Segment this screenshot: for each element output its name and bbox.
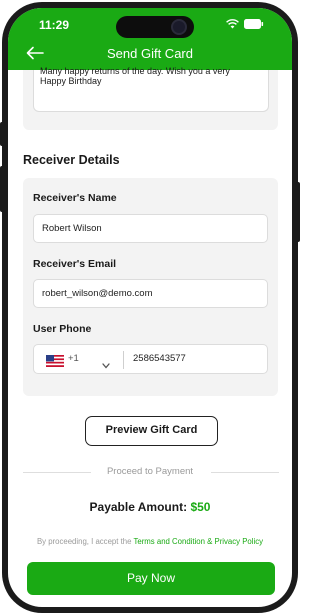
payable-amount-row: Payable Amount: $50 <box>8 500 292 514</box>
volume-down-button <box>0 166 4 212</box>
user-phone-field: +1 2586543577 <box>33 344 268 374</box>
phone-frame: 11:29 Send Gift Card Many happy returns … <box>2 2 298 613</box>
power-button <box>296 182 300 242</box>
pay-now-button[interactable]: Pay Now <box>27 562 275 595</box>
user-phone-input[interactable]: 2586543577 <box>133 353 186 364</box>
terms-link[interactable]: Terms and Condition & Privacy Policy <box>133 537 263 546</box>
header-bar: 11:29 Send Gift Card <box>8 8 292 70</box>
receiver-section-title: Receiver Details <box>23 153 120 167</box>
battery-icon <box>244 19 264 29</box>
receiver-name-label: Receiver's Name <box>33 192 117 204</box>
message-textarea[interactable]: Many happy returns of the day. Wish you … <box>33 66 269 112</box>
terms-prefix: By proceeding, I accept the <box>36 537 132 546</box>
phone-field-divider <box>123 351 124 369</box>
terms-text: By proceeding, I accept the Terms and Co… <box>8 537 292 546</box>
receiver-name-input[interactable]: Robert Wilson <box>33 214 268 243</box>
camera-icon <box>171 19 187 35</box>
volume-up-button <box>0 122 4 146</box>
payable-amount-value: $50 <box>190 500 211 514</box>
wifi-icon <box>226 19 239 29</box>
receiver-email-label: Receiver's Email <box>33 258 117 270</box>
user-phone-label: User Phone <box>33 323 92 335</box>
preview-gift-card-button[interactable]: Preview Gift Card <box>85 416 218 446</box>
chevron-down-icon[interactable] <box>102 356 110 369</box>
country-dial-code[interactable]: +1 <box>68 353 79 364</box>
message-partial-line: Many happy returns of the day. Wish you … <box>40 66 230 76</box>
receiver-email-input[interactable]: robert_wilson@demo.com <box>33 279 268 308</box>
status-time: 11:29 <box>39 18 70 32</box>
payable-amount-label: Payable Amount: <box>89 500 188 514</box>
receiver-card: Receiver's Name Robert Wilson Receiver's… <box>23 178 278 396</box>
us-flag-icon[interactable] <box>46 354 64 367</box>
message-text: Happy Birthday <box>40 76 102 86</box>
screen: 11:29 Send Gift Card Many happy returns … <box>8 8 292 607</box>
message-card: Many happy returns of the day. Wish you … <box>23 66 278 130</box>
page-title: Send Gift Card <box>107 46 193 61</box>
divider-right <box>211 472 279 473</box>
status-icons <box>226 19 264 29</box>
